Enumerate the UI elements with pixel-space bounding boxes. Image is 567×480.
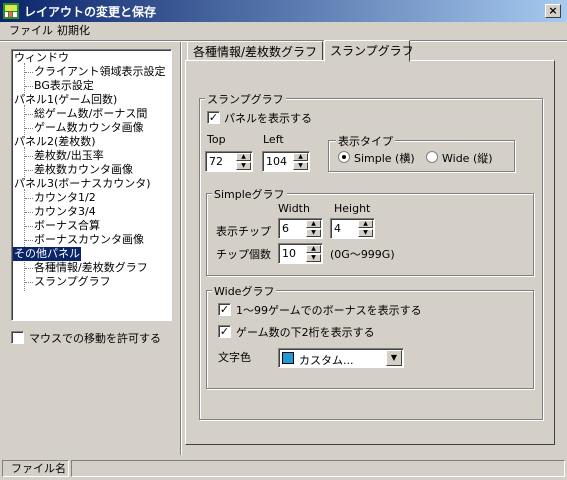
tree-item-slump-graph[interactable]: スランプグラフ (33, 275, 112, 289)
tree-item-diff-rate[interactable]: 差枚数/出玉率 (33, 149, 105, 163)
close-button[interactable]: × (545, 4, 561, 18)
left-spinner[interactable]: 104 ▲ ▼ (262, 151, 310, 172)
height-label: Height (334, 202, 371, 215)
tree-connector (25, 128, 33, 129)
text-color-value: カスタム... (299, 354, 354, 367)
chip-range-label: (0G〜999G) (330, 248, 395, 261)
wide-radio[interactable] (426, 151, 438, 163)
tree-connector (25, 198, 33, 199)
chip-label: 表示チップ (216, 225, 271, 238)
slump-graph-group-title: スランプグラフ (205, 91, 286, 107)
chip-height-value: 4 (334, 222, 341, 235)
bonus-display-label: 1〜99ゲームでのボーナスを表示する (236, 304, 422, 317)
tree-item-bg[interactable]: BG表示設定 (33, 79, 95, 93)
spin-down-icon[interactable]: ▼ (306, 229, 321, 237)
tree-connector (25, 240, 33, 241)
text-color-label: 文字色 (218, 351, 251, 364)
left-label: Left (263, 133, 284, 146)
tab-info-graph[interactable]: 各種情報/差枚数グラフ (187, 41, 323, 61)
mouse-move-label: マウスでの移動を許可する (29, 332, 161, 345)
tree-connector (24, 63, 25, 95)
chip-count-value: 10 (282, 247, 296, 260)
lower2-label: ゲーム数の下2桁を表示する (236, 326, 375, 339)
chip-width-spinner[interactable]: 6 ▲ ▼ (278, 218, 323, 239)
tree-item-panel2[interactable]: パネル2(差枚数) (13, 135, 97, 149)
tree-item-total-games[interactable]: 総ゲーム数/ボーナス間 (33, 107, 148, 121)
tree-item-info-graph[interactable]: 各種情報/差枚数グラフ (33, 261, 149, 275)
tree-item-diff-counter-image[interactable]: 差枚数カウンタ画像 (33, 163, 134, 177)
spin-up-icon[interactable]: ▲ (358, 220, 373, 228)
simple-radio[interactable] (338, 151, 350, 163)
title-bar: レイアウトの変更と保存 × (0, 0, 567, 22)
menu-reset[interactable]: 初期化 (57, 23, 90, 39)
tree-item-client-area[interactable]: クライアント領域表示設定 (33, 65, 167, 79)
tree-connector (25, 268, 33, 269)
tree-item-panel1[interactable]: パネル1(ゲーム回数) (13, 93, 118, 107)
lower2-checkbox[interactable]: ✓ (218, 325, 231, 338)
chip-count-spinner[interactable]: 10 ▲ ▼ (278, 243, 323, 264)
color-swatch (282, 352, 294, 364)
tree-connector (25, 72, 33, 73)
tree-item-panel3[interactable]: パネル3(ボーナスカウンタ) (13, 177, 152, 191)
tree-item-game-counter-image[interactable]: ゲーム数カウンタ画像 (33, 121, 145, 135)
top-spinner[interactable]: 72 ▲ ▼ (205, 151, 253, 172)
tree-connector (25, 86, 33, 87)
spin-down-icon[interactable]: ▼ (358, 229, 373, 237)
simple-graph-title: Simpleグラフ (212, 186, 287, 202)
show-panel-label: パネルを表示する (224, 112, 312, 125)
tree-connector (24, 105, 25, 137)
spin-up-icon[interactable]: ▲ (306, 220, 321, 228)
tree-item-bonus-total[interactable]: ボーナス合算 (33, 219, 101, 233)
chip-width-value: 6 (282, 222, 289, 235)
chip-height-spinner[interactable]: 4 ▲ ▼ (330, 218, 375, 239)
tree-connector (25, 212, 33, 213)
tree-item-other-panel[interactable]: その他パネル (13, 247, 81, 261)
spin-up-icon[interactable]: ▲ (306, 245, 321, 253)
app-icon (3, 3, 19, 19)
chip-count-label: チップ個数 (216, 248, 271, 261)
status-filename: ファイル名 (2, 460, 69, 477)
tree-connector (24, 147, 25, 179)
bonus-display-checkbox[interactable]: ✓ (218, 303, 231, 316)
spin-down-icon[interactable]: ▼ (306, 254, 321, 262)
chevron-down-icon[interactable]: ▼ (386, 350, 402, 366)
tree-item-window[interactable]: ウィンドウ (13, 51, 70, 65)
tree-item-bonus-counter-image[interactable]: ボーナスカウンタ画像 (33, 233, 145, 247)
tree-connector (25, 156, 33, 157)
menu-file[interactable]: ファイル (9, 23, 53, 39)
status-pane (71, 460, 565, 477)
top-label: Top (207, 133, 226, 146)
mouse-move-checkbox[interactable] (11, 331, 24, 344)
tree-connector (25, 226, 33, 227)
spin-up-icon[interactable]: ▲ (293, 153, 308, 161)
tree-item-counter12[interactable]: カウンタ1/2 (33, 191, 97, 205)
left-value: 104 (266, 155, 287, 168)
tree-connector (25, 114, 33, 115)
display-type-title: 表示タイプ (336, 133, 395, 149)
wide-graph-title: Wideグラフ (212, 283, 277, 299)
show-panel-checkbox[interactable]: ✓ (207, 111, 220, 124)
wide-radio-label: Wide (縦) (442, 152, 493, 165)
splitter[interactable] (180, 42, 182, 455)
spin-up-icon[interactable]: ▲ (236, 153, 251, 161)
window-title: レイアウトの変更と保存 (24, 5, 157, 19)
simple-radio-label: Simple (横) (354, 152, 415, 165)
tree-item-counter34[interactable]: カウンタ3/4 (33, 205, 97, 219)
tree-connector (25, 282, 33, 283)
spin-down-icon[interactable]: ▼ (236, 162, 251, 170)
spin-down-icon[interactable]: ▼ (293, 162, 308, 170)
tree-connector (25, 170, 33, 171)
settings-tree[interactable]: ウィンドウ クライアント領域表示設定 BG表示設定 パネル1(ゲーム回数) 総ゲ… (11, 49, 172, 321)
tree-connector (24, 259, 25, 291)
tab-slump-graph[interactable]: スランプグラフ (324, 40, 414, 62)
text-color-select[interactable]: カスタム... ▼ (278, 348, 404, 368)
top-value: 72 (209, 155, 223, 168)
width-label: Width (278, 202, 310, 215)
